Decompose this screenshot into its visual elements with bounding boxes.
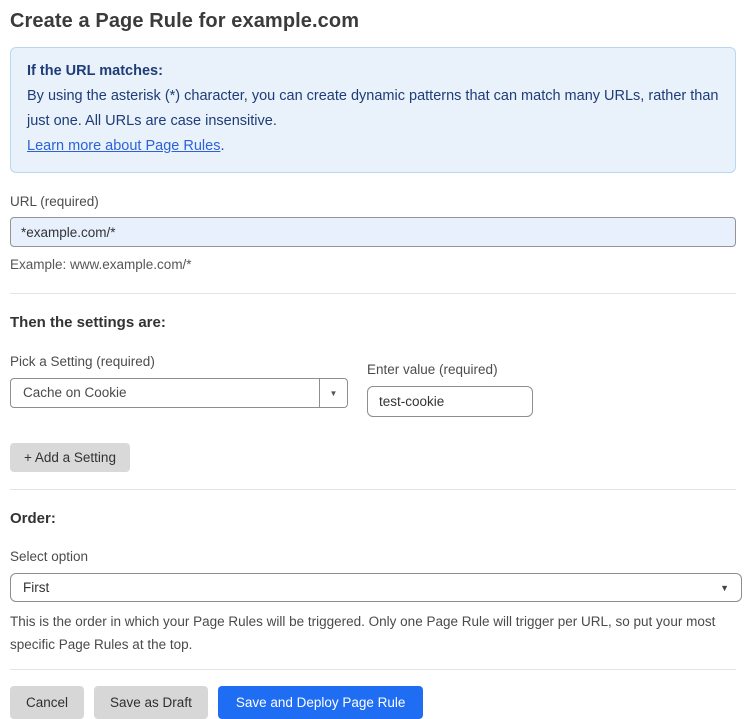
- save-as-draft-button[interactable]: Save as Draft: [94, 686, 208, 719]
- learn-more-link[interactable]: Learn more about Page Rules: [27, 138, 220, 154]
- info-box-body: By using the asterisk (*) character, you…: [27, 88, 719, 129]
- info-box-heading: If the URL matches:: [27, 63, 163, 79]
- setting-value-input[interactable]: [367, 386, 533, 417]
- save-and-deploy-button[interactable]: Save and Deploy Page Rule: [217, 686, 424, 719]
- link-period: .: [220, 138, 225, 154]
- add-setting-button[interactable]: + Add a Setting: [10, 443, 130, 472]
- cancel-button[interactable]: Cancel: [10, 686, 85, 719]
- order-section-heading: Order:: [10, 510, 56, 527]
- caret-down-icon: ▼: [720, 582, 729, 593]
- create-page-rule-form: Create a Page Rule for example.com If th…: [0, 0, 750, 719]
- order-select-label: Select option: [10, 549, 89, 564]
- divider-before-footer: [10, 669, 736, 670]
- url-field-label: URL (required): [10, 194, 99, 209]
- url-input[interactable]: [10, 217, 736, 247]
- setting-picker-column: Pick a Setting (required) Cache on Cooki…: [10, 354, 348, 417]
- divider-after-url: [10, 293, 736, 294]
- info-link-line: Learn more about Page Rules.: [27, 134, 719, 159]
- settings-row: Pick a Setting (required) Cache on Cooki…: [10, 354, 736, 417]
- setting-value-column: Enter value (required): [367, 362, 533, 417]
- setting-dropdown[interactable]: Cache on Cookie ▼: [10, 378, 348, 408]
- page-title: Create a Page Rule for example.com: [10, 10, 360, 32]
- divider-after-settings: [10, 489, 736, 490]
- order-select[interactable]: First ▼: [10, 573, 742, 602]
- url-match-info-box: If the URL matches: By using the asteris…: [10, 47, 736, 173]
- setting-value-label: Enter value (required): [367, 362, 498, 377]
- setting-dropdown-value: Cache on Cookie: [23, 385, 127, 400]
- dropdown-arrow-button[interactable]: ▼: [319, 379, 347, 407]
- caret-down-icon: ▼: [329, 388, 338, 398]
- setting-picker-label: Pick a Setting (required): [10, 354, 155, 369]
- footer-buttons: Cancel Save as Draft Save and Deploy Pag…: [10, 686, 736, 719]
- settings-section-heading: Then the settings are:: [10, 314, 166, 331]
- order-select-value: First: [23, 580, 50, 595]
- url-example-text: Example: www.example.com/*: [10, 257, 192, 272]
- order-help-text: This is the order in which your Page Rul…: [10, 614, 716, 652]
